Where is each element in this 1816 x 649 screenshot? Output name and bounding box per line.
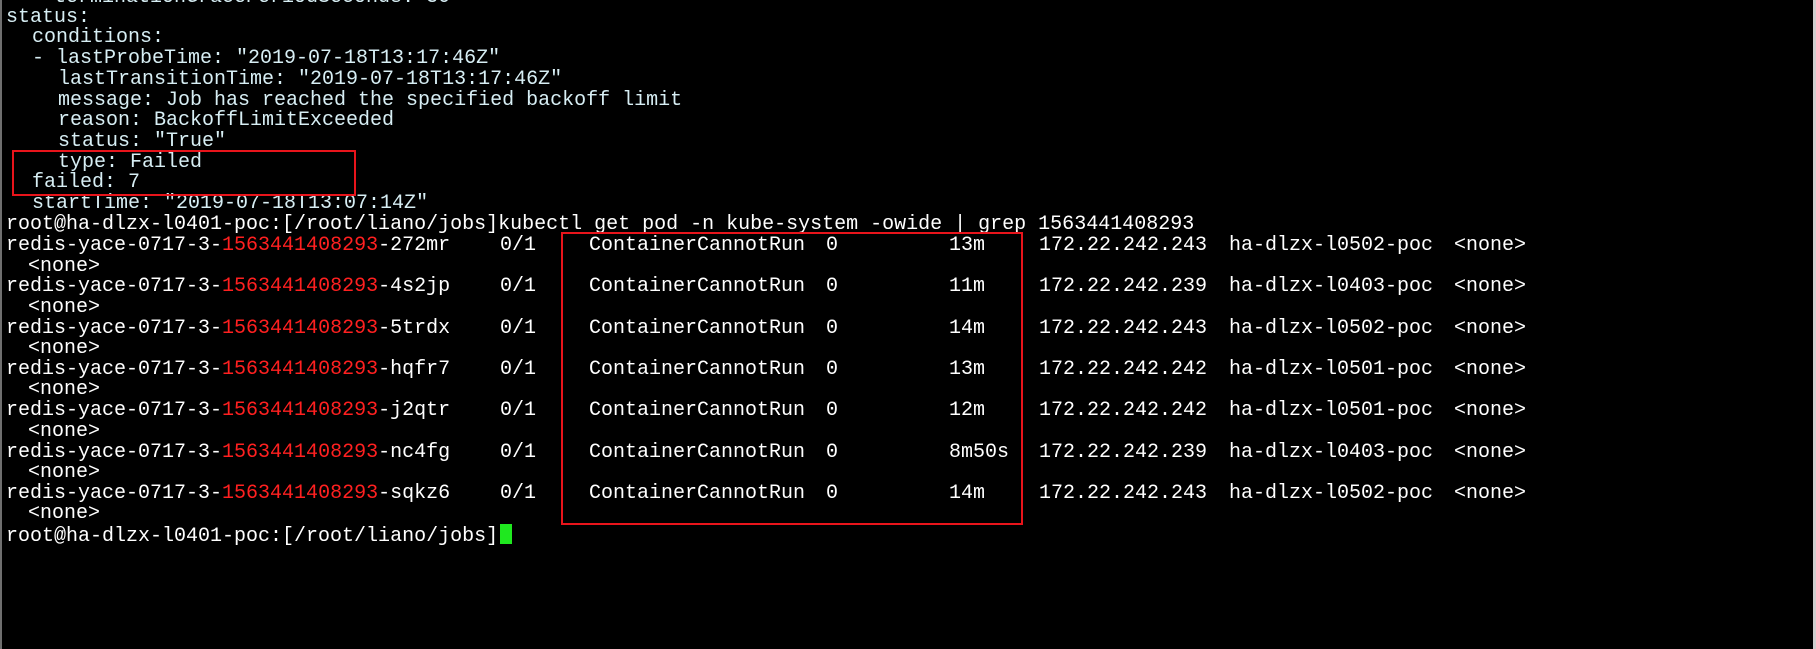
pod-name-suffix: -5trdx	[378, 316, 451, 340]
pod-name-suffix: -nc4fg	[378, 440, 451, 464]
pod-job-id-highlight: 1563441408293	[222, 275, 379, 299]
pod-name-prefix: redis-yace-0717-3-	[6, 399, 223, 423]
pod-nominated-node: <none>	[1454, 357, 1527, 381]
pod-name-suffix: -4s2jp	[378, 275, 451, 299]
pod-ip: 172.22.242.243	[1039, 316, 1208, 340]
pod-ip: 172.22.242.239	[1039, 440, 1208, 464]
cursor-block	[500, 524, 513, 544]
pod-ready: 0/1	[500, 234, 537, 257]
pod-name-suffix: -sqkz6	[378, 481, 451, 505]
pod-job-id-highlight: 1563441408293	[222, 357, 379, 381]
pod-job-id-highlight: 1563441408293	[222, 481, 379, 505]
shell-prompt: root@ha-dlzx-l0401-poc:[/root/liano/jobs…	[6, 213, 499, 236]
pod-nominated-node: <none>	[1454, 316, 1527, 340]
pod-readiness-gates: <none>	[28, 502, 101, 526]
pod-ready: 0/1	[500, 357, 537, 381]
terminal-window[interactable]: terminationGracePeriodSeconds: 30 status…	[0, 0, 1816, 649]
pod-name-prefix: redis-yace-0717-3-	[6, 357, 223, 381]
pod-name-prefix: redis-yace-0717-3-	[6, 275, 223, 299]
pod-ip: 172.22.242.243	[1039, 481, 1208, 505]
pod-name-suffix: -272mr	[378, 234, 451, 257]
pod-node: ha-dlzx-l0502-poc	[1229, 481, 1434, 505]
pod-ip: 172.22.242.243	[1039, 234, 1208, 257]
pod-ip: 172.22.242.239	[1039, 275, 1208, 299]
pod-node: ha-dlzx-l0502-poc	[1229, 316, 1434, 340]
pod-node: ha-dlzx-l0403-poc	[1229, 440, 1434, 464]
shell-prompt: root@ha-dlzx-l0401-poc:[/root/liano/jobs…	[6, 525, 499, 548]
pod-name-prefix: redis-yace-0717-3-	[6, 481, 223, 505]
pod-job-id-highlight: 1563441408293	[222, 440, 379, 464]
pod-job-id-highlight: 1563441408293	[222, 316, 379, 340]
pod-ready: 0/1	[500, 399, 537, 423]
pod-ready: 0/1	[500, 481, 537, 505]
pod-ip: 172.22.242.242	[1039, 399, 1208, 423]
pod-ready: 0/1	[500, 316, 537, 340]
final-prompt-line[interactable]: root@ha-dlzx-l0401-poc:[/root/liano/jobs…	[6, 524, 513, 548]
pod-nominated-node: <none>	[1454, 275, 1527, 299]
pod-name-suffix: -hqfr7	[378, 357, 451, 381]
pod-nominated-node: <none>	[1454, 440, 1527, 464]
pod-ip: 172.22.242.242	[1039, 357, 1208, 381]
pod-nominated-node: <none>	[1454, 399, 1527, 423]
pod-job-id-highlight: 1563441408293	[222, 399, 379, 423]
pod-ready: 0/1	[500, 275, 537, 299]
pod-nominated-node: <none>	[1454, 481, 1527, 505]
pod-node: ha-dlzx-l0403-poc	[1229, 275, 1434, 299]
pod-name-prefix: redis-yace-0717-3-	[6, 234, 223, 257]
annotation-box-status	[561, 232, 1023, 525]
pod-node: ha-dlzx-l0501-poc	[1229, 357, 1434, 381]
pod-name-suffix: -j2qtr	[378, 399, 451, 423]
annotation-box-failed	[12, 150, 356, 196]
pod-ready: 0/1	[500, 440, 537, 464]
pod-job-id-highlight: 1563441408293	[222, 234, 379, 257]
pod-nominated-node: <none>	[1454, 234, 1527, 257]
pod-node: ha-dlzx-l0502-poc	[1229, 234, 1434, 257]
pod-name-prefix: redis-yace-0717-3-	[6, 440, 223, 464]
pod-node: ha-dlzx-l0501-poc	[1229, 399, 1434, 423]
pod-name-prefix: redis-yace-0717-3-	[6, 316, 223, 340]
